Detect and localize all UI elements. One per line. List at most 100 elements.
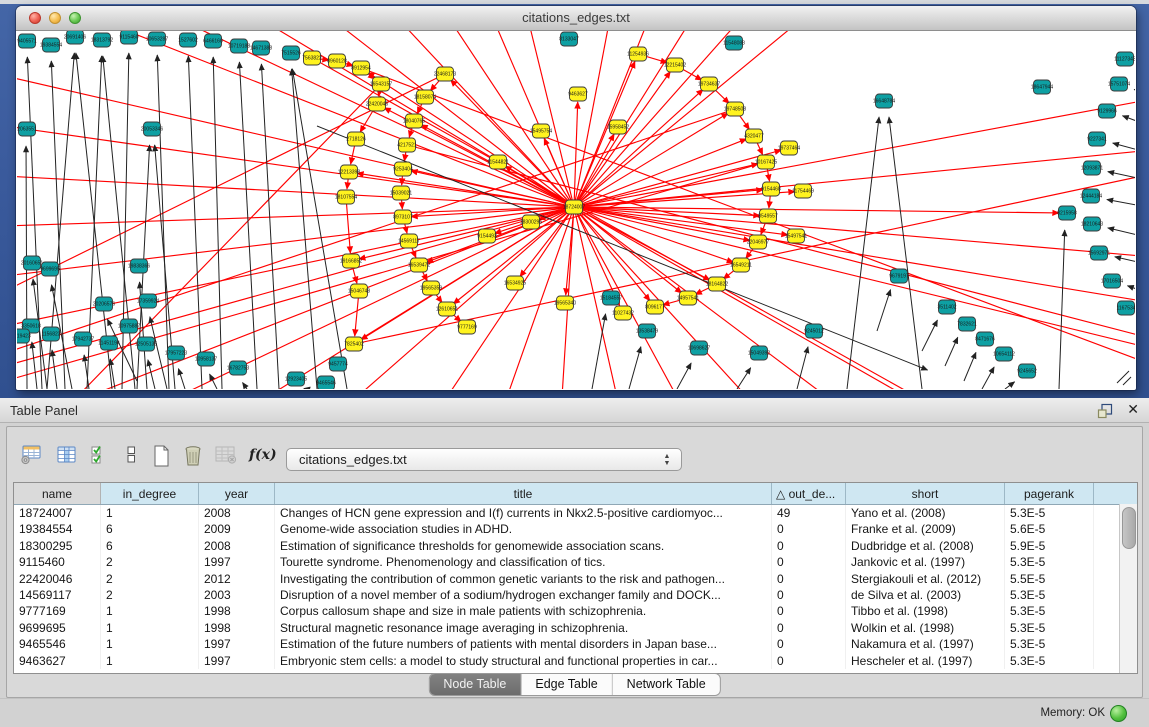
- graph-node[interactable]: 22420046: [366, 97, 388, 111]
- table-cell[interactable]: 14569117: [14, 587, 101, 603]
- table-cell[interactable]: 5.5E-5: [1005, 571, 1094, 587]
- table-cell[interactable]: 19384554: [14, 521, 101, 537]
- table-cell[interactable]: 1: [101, 653, 199, 669]
- graph-node[interactable]: 18158074: [414, 90, 436, 104]
- graph-node[interactable]: 7825402: [344, 337, 364, 351]
- graph-node[interactable]: 20053346: [141, 122, 163, 136]
- table-row[interactable]: 1872400712008Changes of HCN gene express…: [14, 505, 1137, 521]
- graph-node[interactable]: 19565359: [420, 281, 442, 295]
- table-cell[interactable]: Structural magnetic resonance image aver…: [275, 620, 772, 636]
- table-cell[interactable]: Nakamura et al. (1997): [846, 636, 1005, 652]
- function-builder-icon[interactable]: f(x): [249, 447, 277, 463]
- create-column-icon[interactable]: [147, 443, 175, 471]
- graph-node[interactable]: 7515526: [281, 46, 301, 60]
- graph-node[interactable]: 10698627: [688, 341, 710, 355]
- column-header-in_degree[interactable]: in_degree: [101, 483, 199, 504]
- table-cell[interactable]: 5.3E-5: [1005, 587, 1094, 603]
- graph-node[interactable]: 7832621: [957, 317, 977, 331]
- table-cell[interactable]: 9699695: [14, 620, 101, 636]
- graph-node[interactable]: 16549211: [730, 258, 752, 272]
- table-cell[interactable]: 0: [772, 603, 846, 619]
- close-panel-icon[interactable]: ✕: [1127, 401, 1139, 418]
- column-header-out_de[interactable]: △ out_de...: [772, 483, 846, 504]
- graph-node[interactable]: 15497541: [785, 229, 807, 243]
- graph-node[interactable]: 10653287: [146, 32, 168, 46]
- table-cell[interactable]: 0: [772, 620, 846, 636]
- graph-node[interactable]: 17359924: [137, 294, 159, 308]
- graph-node[interactable]: 11027432: [612, 306, 634, 320]
- graph-node[interactable]: 19737464: [778, 141, 800, 155]
- graph-node[interactable]: 9699695: [40, 262, 60, 276]
- graph-node[interactable]: 12093871: [1081, 161, 1103, 175]
- table-cell[interactable]: 2003: [199, 587, 275, 603]
- graph-node[interactable]: 10958137: [195, 352, 217, 366]
- graph-node[interactable]: 14569117: [398, 234, 420, 248]
- table-cell[interactable]: 2: [101, 554, 199, 570]
- table-cell[interactable]: 1997: [199, 636, 275, 652]
- table-cell[interactable]: Corpus callosum shape and size in male p…: [275, 603, 772, 619]
- graph-node[interactable]: 18107554: [335, 190, 357, 204]
- network-canvas-container[interactable]: 9405571193845542069140618313792911546010…: [17, 31, 1135, 389]
- table-cell[interactable]: 0: [772, 521, 846, 537]
- graph-node[interactable]: 3511402: [937, 300, 956, 314]
- table-cell[interactable]: 1: [101, 603, 199, 619]
- graph-node[interactable]: 1167534: [1116, 301, 1135, 315]
- graph-node[interactable]: 2063551: [17, 122, 37, 136]
- graph-node[interactable]: 15692971: [1088, 246, 1110, 260]
- table-cell[interactable]: 2: [101, 571, 199, 587]
- table-row[interactable]: 946362711997Embryonic stem cells: a mode…: [14, 653, 1137, 669]
- delete-table-icon[interactable]: [212, 443, 240, 471]
- graph-node[interactable]: 8215958: [1057, 206, 1077, 220]
- graph-node[interactable]: 4217521: [397, 138, 417, 152]
- graph-node[interactable]: 6466160: [203, 34, 223, 48]
- table-cell[interactable]: Wolkin et al. (1998): [846, 620, 1005, 636]
- table-cell[interactable]: Investigating the contribution of common…: [275, 571, 772, 587]
- table-cell[interactable]: Estimation of significance thresholds fo…: [275, 538, 772, 554]
- table-cell[interactable]: Yano et al. (2008): [846, 505, 1005, 521]
- network-canvas[interactable]: 9405571193845542069140618313792911546010…: [17, 31, 1135, 389]
- graph-node[interactable]: 9154493: [477, 229, 497, 243]
- graph-node[interactable]: 9253404: [393, 162, 413, 176]
- graph-node[interactable]: 17016504: [1101, 274, 1123, 288]
- graph-node[interactable]: 15958452: [607, 120, 629, 134]
- graph-node[interactable]: 18164822: [706, 277, 728, 291]
- table-cell[interactable]: 5.3E-5: [1005, 505, 1094, 521]
- graph-node[interactable]: 3919423: [17, 329, 31, 343]
- graph-node[interactable]: 12610651: [436, 302, 458, 316]
- graph-node[interactable]: 9227341: [1087, 132, 1107, 146]
- graph-node[interactable]: 15046748: [348, 284, 370, 298]
- graph-node[interactable]: 18313792: [91, 33, 113, 47]
- table-cell[interactable]: 1997: [199, 653, 275, 669]
- graph-node[interactable]: 10654112: [993, 347, 1015, 361]
- table-row[interactable]: 911546021997Tourette syndrome. Phenomeno…: [14, 554, 1137, 570]
- graph-node[interactable]: 9129966: [1097, 104, 1117, 118]
- graph-node[interactable]: 15495754: [530, 124, 552, 138]
- graph-node[interactable]: 12444184: [1080, 189, 1102, 203]
- table-cell[interactable]: 1998: [199, 603, 275, 619]
- table-cell[interactable]: 5.3E-5: [1005, 636, 1094, 652]
- graph-node[interactable]: 8096177: [645, 300, 665, 314]
- table-cell[interactable]: 49: [772, 505, 846, 521]
- table-cell[interactable]: 1998: [199, 620, 275, 636]
- column-header-name[interactable]: name: [14, 483, 101, 504]
- graph-node[interactable]: 10975887: [118, 319, 140, 333]
- graph-node[interactable]: 10167425: [755, 155, 777, 169]
- graph-node[interactable]: 9405571: [17, 34, 37, 48]
- graph-node[interactable]: 9679197: [889, 269, 909, 283]
- graph-node[interactable]: 12505135: [135, 337, 157, 351]
- graph-node[interactable]: 8912954: [351, 61, 371, 75]
- table-cell[interactable]: Genome-wide association studies in ADHD.: [275, 521, 772, 537]
- table-cell[interactable]: 0: [772, 636, 846, 652]
- graph-node[interactable]: 12215402: [664, 58, 686, 72]
- table-cell[interactable]: 0: [772, 554, 846, 570]
- graph-node[interactable]: 7563822: [302, 51, 322, 65]
- graph-node[interactable]: 9245012: [804, 324, 824, 338]
- table-cell[interactable]: 5.6E-5: [1005, 521, 1094, 537]
- table-cell[interactable]: Disruption of a novel member of a sodium…: [275, 587, 772, 603]
- graph-node[interactable]: 15184557: [600, 291, 622, 305]
- delete-column-icon[interactable]: [179, 443, 207, 471]
- show-columns-icon[interactable]: [52, 443, 80, 471]
- graph-node[interactable]: 18724007: [563, 200, 585, 214]
- graph-node[interactable]: 16782753: [227, 361, 249, 375]
- graph-node[interactable]: 8471676: [975, 332, 995, 346]
